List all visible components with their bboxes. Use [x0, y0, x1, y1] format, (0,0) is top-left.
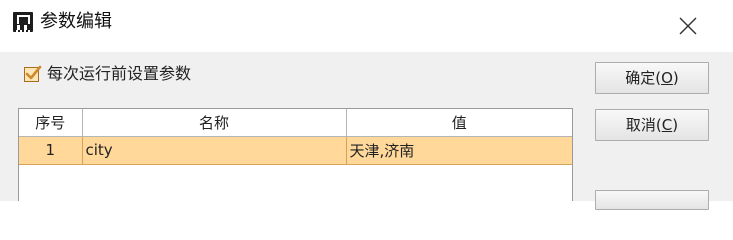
- set-params-checkbox[interactable]: [24, 65, 42, 82]
- set-params-before-run-option[interactable]: 每次运行前设置参数: [24, 63, 191, 85]
- table-row[interactable]: 1 city 天津,济南: [19, 136, 572, 165]
- close-icon: [679, 17, 697, 35]
- column-header-name[interactable]: 名称: [82, 109, 347, 137]
- cancel-button[interactable]: 取消(C): [595, 109, 709, 141]
- cancel-label: 取消(: [625, 116, 662, 134]
- cell-value[interactable]: 天津,济南: [346, 136, 572, 165]
- partially-visible-button[interactable]: [595, 190, 709, 210]
- report-app-icon: [13, 12, 33, 32]
- ok-button[interactable]: 确定(O): [595, 62, 709, 94]
- ok-label: 确定(: [625, 69, 662, 87]
- checkbox-label[interactable]: 每次运行前设置参数: [47, 63, 191, 85]
- window-title: 参数编辑: [40, 11, 112, 32]
- dialog-content: 每次运行前设置参数 序号 名称 值 1 city 天津,济南 确定(O) 取消(…: [0, 52, 733, 210]
- cancel-mnemonic: C: [661, 116, 673, 134]
- column-header-index[interactable]: 序号: [19, 109, 83, 137]
- ok-label-tail: ): [672, 69, 679, 87]
- column-header-value[interactable]: 值: [346, 109, 572, 137]
- cell-name[interactable]: city: [82, 136, 347, 165]
- ok-mnemonic: O: [661, 69, 673, 87]
- check-icon: [25, 65, 42, 79]
- close-button[interactable]: [676, 14, 700, 38]
- title-bar: 参数编辑: [0, 0, 733, 52]
- table-header-row: 序号 名称 值: [19, 109, 572, 137]
- cancel-label-tail: ): [672, 116, 679, 134]
- cell-index[interactable]: 1: [19, 136, 83, 165]
- parameter-table[interactable]: 序号 名称 值 1 city 天津,济南: [18, 108, 573, 201]
